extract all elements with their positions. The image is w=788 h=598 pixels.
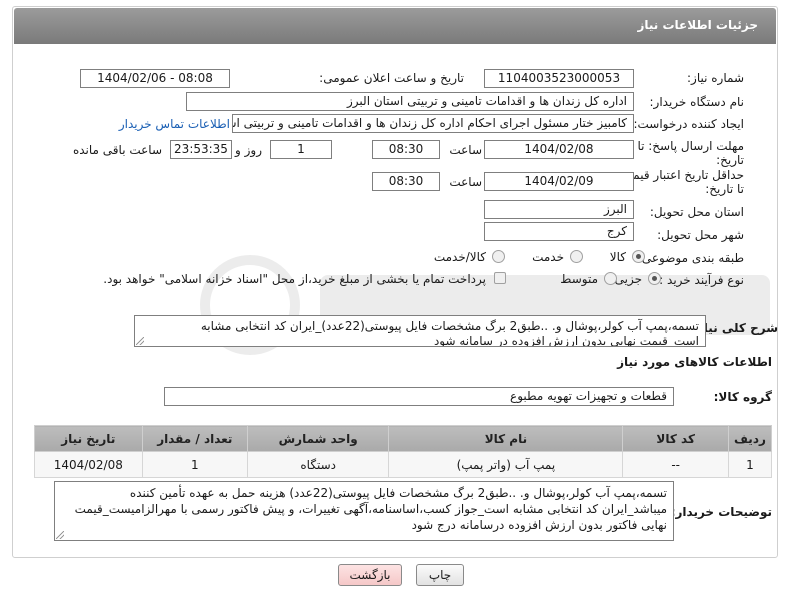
category-label: طبقه بندی موضوعی: (637, 251, 744, 265)
time-remaining-label: ساعت باقی مانده (72, 143, 162, 157)
validity-label-1: حداقل تاریخ اعتبار قیمت: (617, 168, 744, 182)
buyer-notes-resize-handle[interactable] (56, 531, 64, 539)
deadline-label-2: تاریخ: (716, 153, 744, 167)
goods-group-label: گروه کالا: (713, 390, 772, 404)
buyer-contact-link[interactable]: اطلاعات تماس خریدار (119, 117, 230, 131)
city-field: کرج (484, 222, 634, 241)
buyer-notes-text: تسمه،پمپ آب کولر،پوشال و. ..طبق2 برگ مشخ… (54, 481, 674, 541)
time-remaining-field: 23:53:35 (170, 140, 232, 159)
col-unit: واحد شمارش (247, 425, 390, 452)
validity-date-field: 1404/02/09 (484, 172, 634, 191)
announce-field: 1404/02/06 - 08:08 (80, 69, 230, 88)
cell-name: پمپ آب (واتر پمپ) (388, 451, 624, 478)
deadline-time-field: 08:30 (372, 140, 440, 159)
process-radio-medium[interactable] (604, 272, 617, 285)
province-field: البرز (484, 200, 634, 219)
need-number-label: شماره نیاز: (687, 71, 744, 85)
process-radio-minor[interactable] (648, 272, 661, 285)
category-radio-service[interactable] (570, 250, 583, 263)
col-date: تاریخ نیاز (34, 425, 143, 452)
treasury-payment-checkbox[interactable] (494, 272, 506, 284)
treasury-payment-note: پرداخت تمام یا بخشی از مبلغ خرید،از محل … (103, 272, 486, 286)
deadline-date-field: 1404/02/08 (484, 140, 634, 159)
buyer-org-label: نام دستگاه خریدار: (649, 95, 745, 109)
province-label: استان محل تحویل: (649, 205, 744, 219)
category-radio-goods-service[interactable] (492, 250, 505, 263)
validity-time-field: 08:30 (372, 172, 440, 191)
cell-unit: دستگاه (247, 451, 390, 478)
days-remaining-field: 1 (270, 140, 332, 159)
cell-date: 1404/02/08 (34, 451, 143, 478)
buyer-org-field: اداره کل زندان ها و اقدامات تامینی و ترب… (186, 92, 634, 111)
col-qty: تعداد / مقدار (141, 425, 249, 452)
category-goods-label: کالا (609, 250, 626, 264)
city-label: شهر محل تحویل: (657, 228, 744, 242)
col-row: ردیف (727, 425, 773, 452)
category-service-label: خدمت (532, 250, 564, 264)
summary-resize-handle[interactable] (136, 337, 144, 345)
title-bar: جزئیات اطلاعات نیاز (14, 8, 776, 44)
table-row: 1 -- پمپ آب (واتر پمپ) دستگاه 1 1404/02/… (34, 451, 773, 478)
category-goods-service-label: کالا/خدمت (433, 250, 486, 264)
creator-label: ایجاد کننده درخواست: (633, 117, 744, 131)
days-label: روز و (235, 143, 262, 157)
print-button[interactable]: چاپ (416, 564, 464, 586)
category-radio-goods[interactable] (632, 250, 645, 263)
col-code: کد کالا (622, 425, 729, 452)
deadline-label-1: مهلت ارسال پاسخ: تا (637, 139, 744, 153)
process-minor-label: جزیی (614, 272, 642, 286)
cell-row: 1 (727, 451, 773, 478)
cell-code: -- (622, 451, 729, 478)
validity-label-2: تا تاریخ: (705, 182, 744, 196)
buyer-notes-label: توضیحات خریدار: (670, 505, 772, 519)
page-title: جزئیات اطلاعات نیاز (637, 18, 758, 32)
announce-label: تاریخ و ساعت اعلان عمومی: (319, 71, 464, 85)
goods-table: ردیف کد کالا نام کالا واحد شمارش تعداد /… (34, 425, 773, 478)
process-medium-label: متوسط (560, 272, 598, 286)
creator-field: کامبیز ختار مسئول اجرای احکام اداره کل ز… (232, 114, 634, 133)
need-number-field: 1104003523000053 (484, 69, 634, 88)
col-name: نام کالا (388, 425, 624, 452)
validity-time-label: ساعت (449, 175, 482, 189)
back-button[interactable]: بازگشت (338, 564, 402, 586)
goods-section-title: اطلاعات کالاهای مورد نیاز (617, 355, 772, 369)
deadline-time-label: ساعت (449, 143, 482, 157)
goods-group-field: قطعات و تجهیزات تهویه مطبوع (164, 387, 674, 406)
process-label: نوع فرآیند خرید : (659, 273, 744, 287)
cell-qty: 1 (141, 451, 249, 478)
summary-text: تسمه،پمپ آب کولر،پوشال و. ..طبق2 برگ مشخ… (134, 315, 706, 347)
